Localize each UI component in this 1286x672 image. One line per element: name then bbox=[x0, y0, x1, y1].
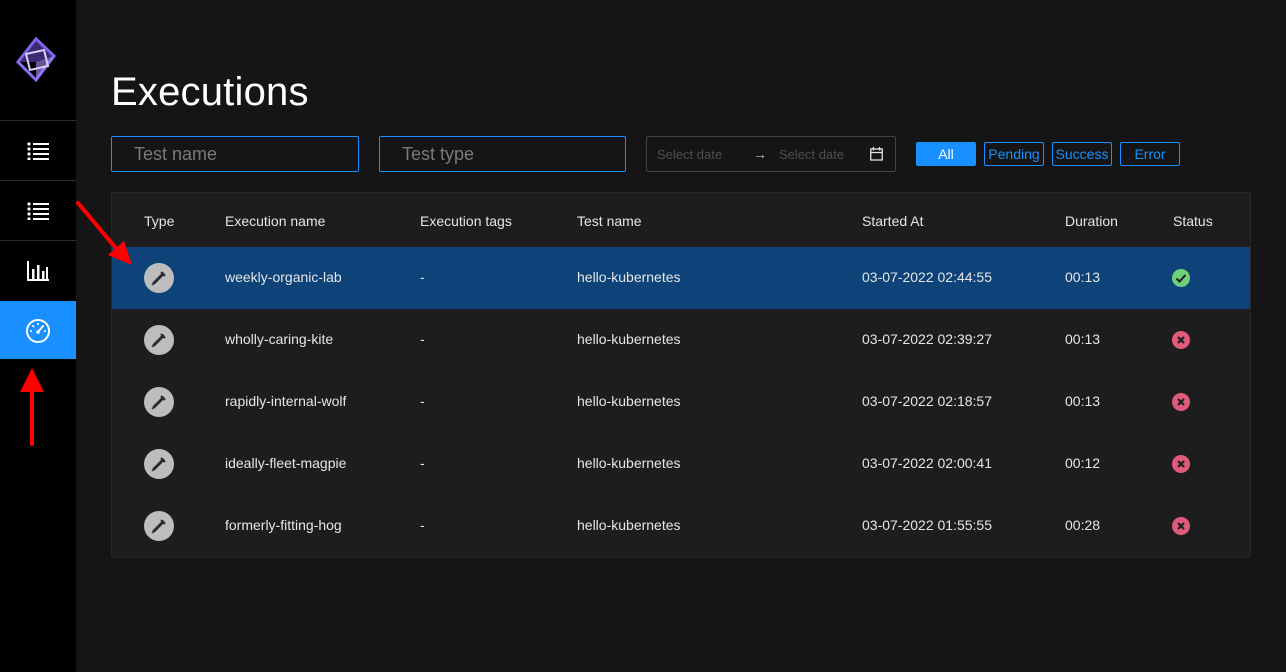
start-date-input[interactable] bbox=[657, 146, 747, 162]
duration-cell: 00:13 bbox=[1065, 393, 1101, 409]
execution-tags-cell: - bbox=[420, 393, 425, 409]
test-name-cell: hello-kubernetes bbox=[577, 517, 681, 533]
execution-name-cell: formerly-fitting-hog bbox=[225, 517, 342, 533]
postman-icon bbox=[144, 511, 174, 541]
list-icon bbox=[27, 201, 49, 220]
sidebar-item-tests[interactable] bbox=[0, 120, 76, 180]
test-name-cell: hello-kubernetes bbox=[577, 455, 681, 471]
column-header-test-name: Test name bbox=[577, 213, 642, 229]
started-at-cell: 03-07-2022 02:44:55 bbox=[862, 269, 992, 285]
column-header-duration: Duration bbox=[1065, 213, 1118, 229]
bar-chart-icon bbox=[27, 260, 49, 281]
duration-cell: 00:12 bbox=[1065, 455, 1101, 471]
duration-cell: 00:28 bbox=[1065, 517, 1101, 533]
filter-error-button[interactable]: Error bbox=[1120, 142, 1180, 166]
column-header-status: Status bbox=[1173, 213, 1213, 229]
executions-table: Type Execution name Execution tags Test … bbox=[111, 192, 1251, 558]
execution-tags-cell: - bbox=[420, 331, 425, 347]
test-name-cell: hello-kubernetes bbox=[577, 269, 681, 285]
postman-icon bbox=[144, 325, 174, 355]
status-error-icon bbox=[1172, 331, 1190, 349]
execution-name-cell: weekly-organic-lab bbox=[225, 269, 342, 285]
testkube-logo-icon[interactable] bbox=[14, 36, 58, 84]
filter-all-button[interactable]: All bbox=[916, 142, 976, 166]
table-row[interactable]: formerly-fitting-hog - hello-kubernetes 03-… bbox=[112, 495, 1250, 557]
column-header-execution-tags: Execution tags bbox=[420, 213, 512, 229]
column-header-execution-name: Execution name bbox=[225, 213, 326, 229]
sidebar-item-analytics[interactable] bbox=[0, 240, 76, 300]
started-at-cell: 03-07-2022 01:55:55 bbox=[862, 517, 992, 533]
sidebar-item-executions[interactable] bbox=[0, 301, 76, 359]
duration-cell: 00:13 bbox=[1065, 331, 1101, 347]
sidebar-item-test-suites[interactable] bbox=[0, 180, 76, 240]
list-icon bbox=[27, 141, 49, 160]
page-title: Executions bbox=[111, 70, 309, 114]
started-at-cell: 03-07-2022 02:00:41 bbox=[862, 455, 992, 471]
column-header-type: Type bbox=[144, 213, 175, 229]
test-name-input[interactable] bbox=[111, 136, 359, 172]
filter-success-button[interactable]: Success bbox=[1052, 142, 1112, 166]
postman-icon bbox=[144, 263, 174, 293]
execution-tags-cell: - bbox=[420, 517, 425, 533]
execution-name-cell: wholly-caring-kite bbox=[225, 331, 334, 347]
postman-icon bbox=[144, 387, 174, 417]
duration-cell: 00:13 bbox=[1065, 269, 1101, 285]
test-type-input[interactable] bbox=[379, 136, 626, 172]
column-header-started-at: Started At bbox=[862, 213, 924, 229]
table-row[interactable]: weekly-organic-lab - hello-kubernetes 03-07… bbox=[112, 247, 1250, 309]
execution-tags-cell: - bbox=[420, 455, 425, 471]
status-error-icon bbox=[1172, 455, 1190, 473]
status-error-icon bbox=[1172, 517, 1190, 535]
execution-name-cell: ideally-fleet-magpie bbox=[225, 455, 347, 471]
app-root: Executions → All Pending Success Error T… bbox=[0, 0, 1286, 672]
status-success-icon bbox=[1172, 269, 1190, 287]
filter-pending-button[interactable]: Pending bbox=[984, 142, 1044, 166]
postman-icon bbox=[144, 449, 174, 479]
started-at-cell: 03-07-2022 02:18:57 bbox=[862, 393, 992, 409]
status-error-icon bbox=[1172, 393, 1190, 411]
date-separator: → bbox=[753, 146, 767, 162]
test-name-cell: hello-kubernetes bbox=[577, 393, 681, 409]
dashboard-gauge-icon bbox=[26, 318, 50, 343]
table-row[interactable]: wholly-caring-kite - hello-kubernetes 03-07… bbox=[112, 309, 1250, 371]
execution-tags-cell: - bbox=[420, 269, 425, 285]
test-name-cell: hello-kubernetes bbox=[577, 331, 681, 347]
table-row[interactable]: rapidly-internal-wolf - hello-kubernetes 03… bbox=[112, 371, 1250, 433]
execution-name-cell: rapidly-internal-wolf bbox=[225, 393, 347, 409]
calendar-icon[interactable] bbox=[870, 147, 883, 161]
sidebar bbox=[0, 0, 76, 672]
started-at-cell: 03-07-2022 02:39:27 bbox=[862, 331, 992, 347]
date-range-picker[interactable]: → bbox=[646, 136, 896, 172]
table-row[interactable]: ideally-fleet-magpie - hello-kubernetes 03-… bbox=[112, 433, 1250, 495]
end-date-input[interactable] bbox=[779, 146, 869, 162]
main-content: Executions → All Pending Success Error T… bbox=[76, 0, 1286, 672]
